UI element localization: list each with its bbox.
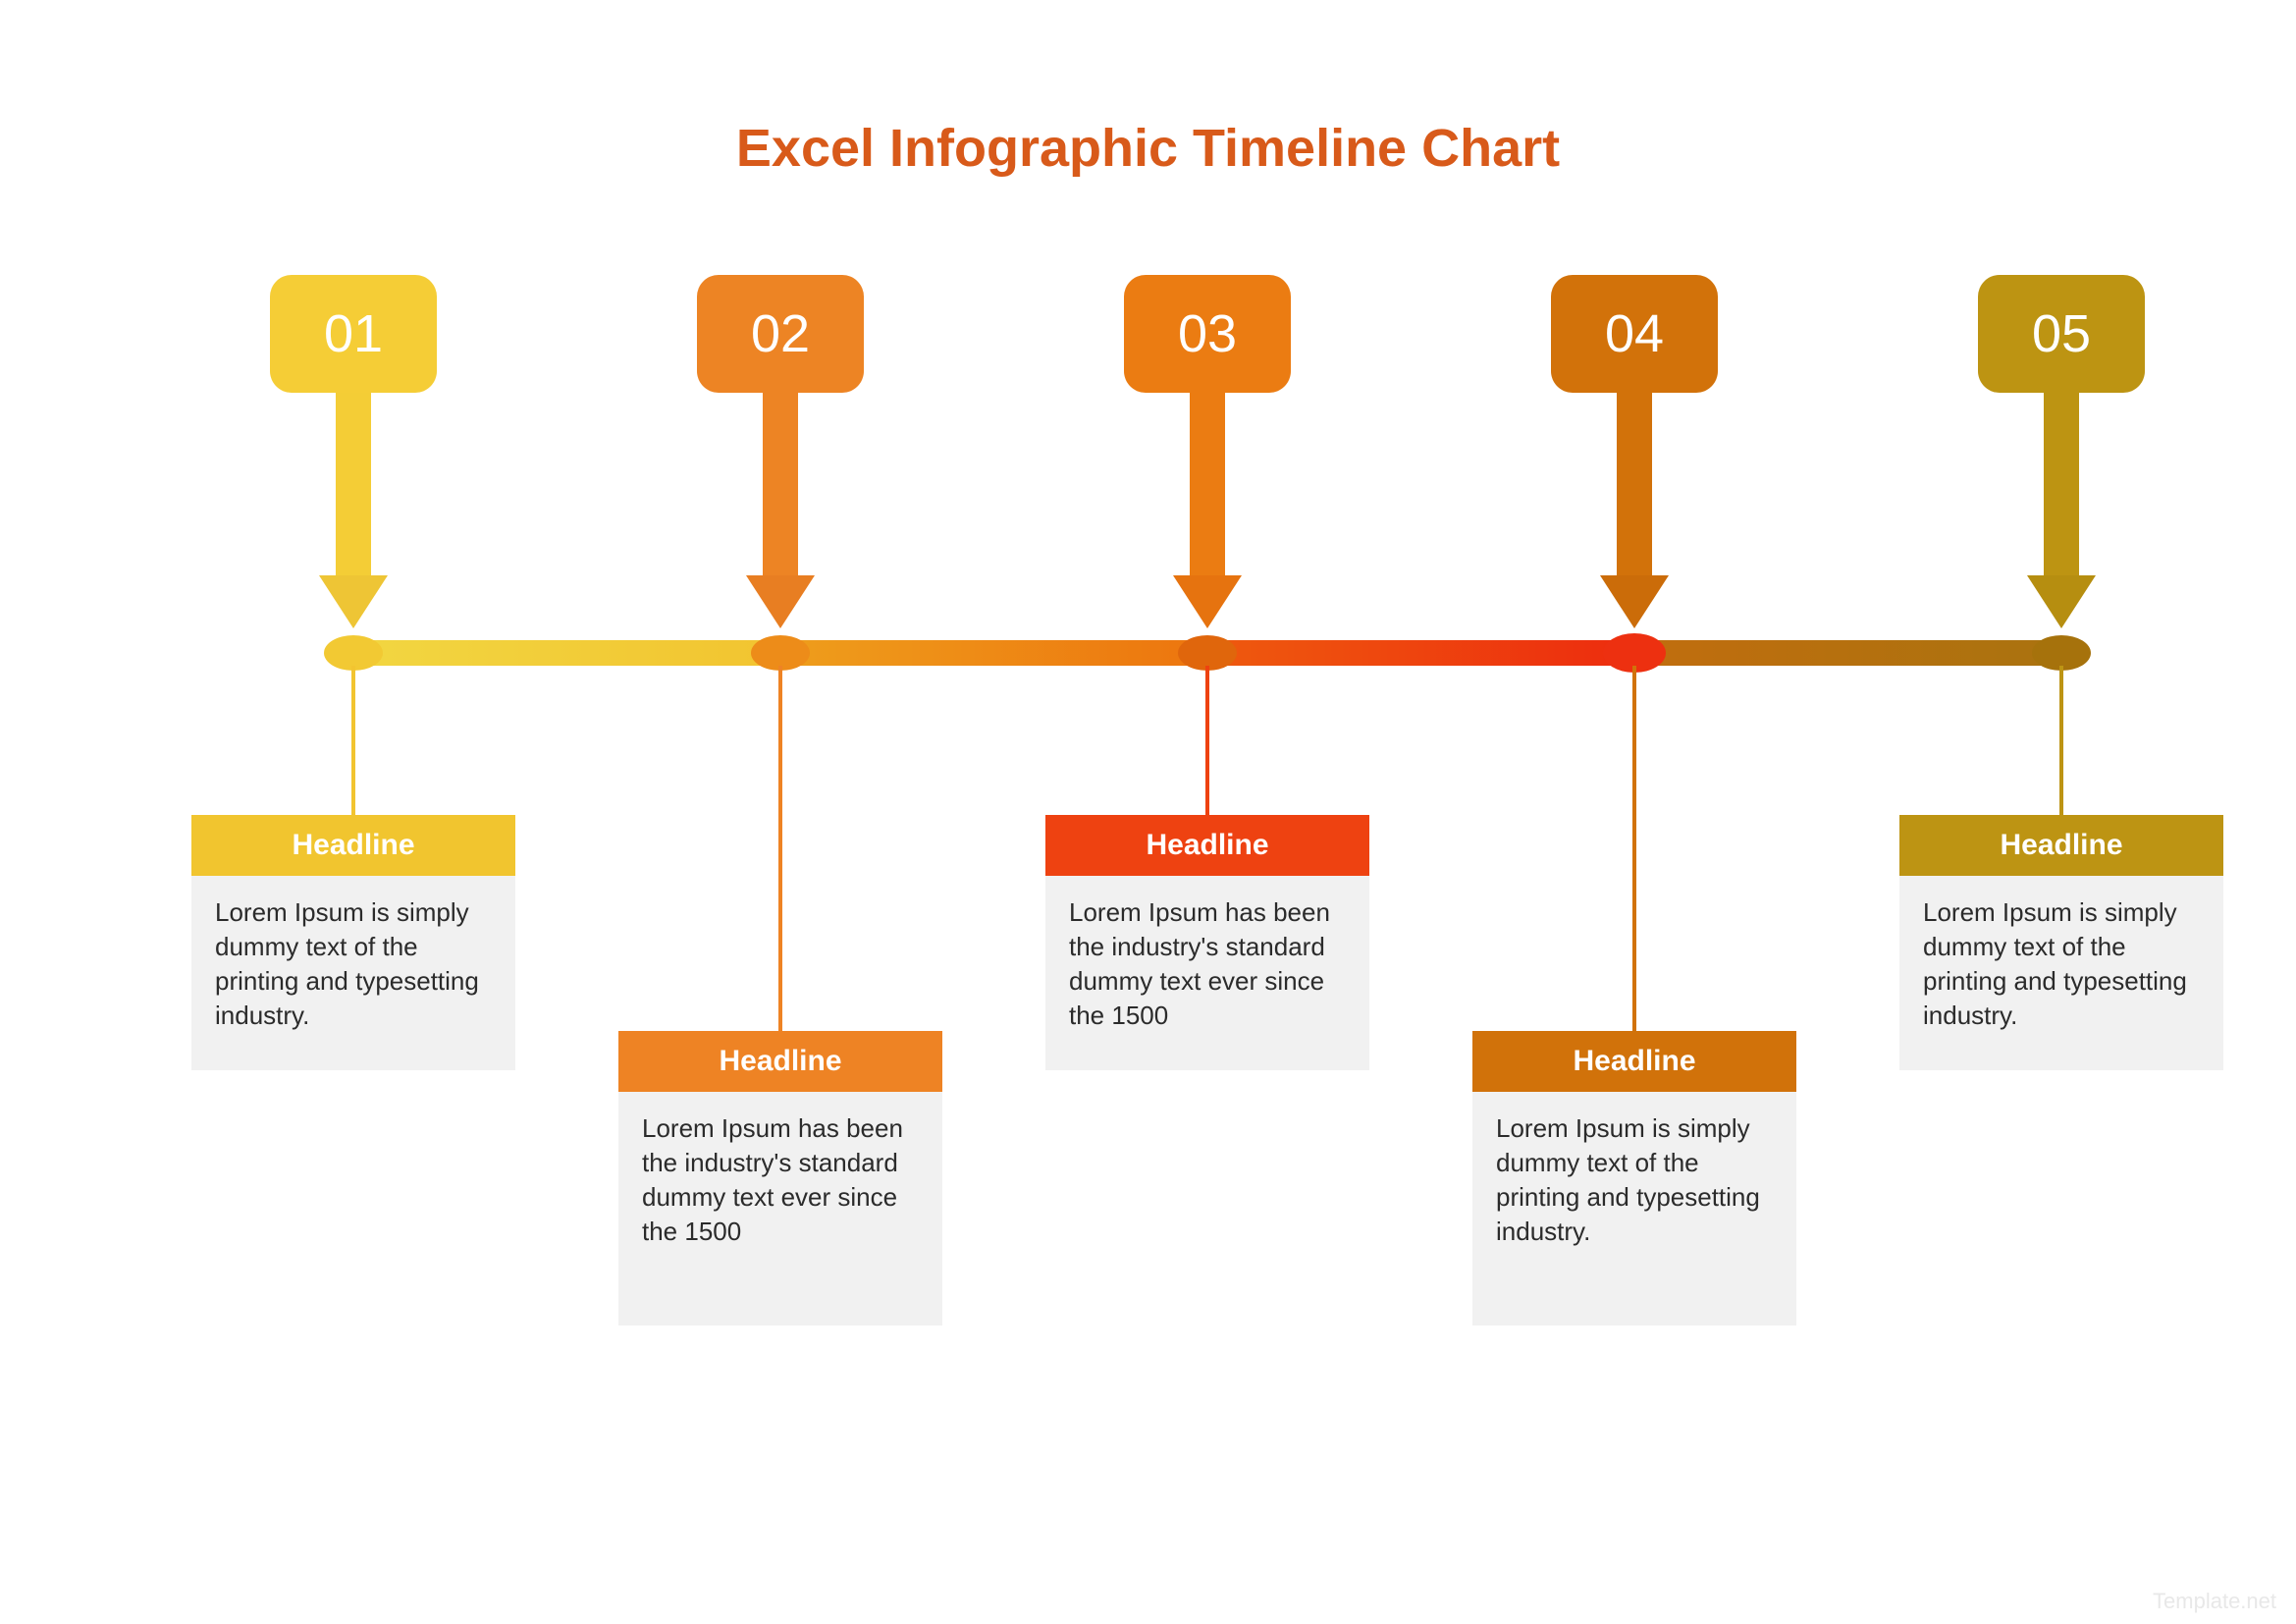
card-headline: Headline	[1472, 1031, 1796, 1092]
marker-arrows	[319, 389, 2096, 628]
card-body: Lorem Ipsum is simply dummy text of the …	[1472, 1092, 1796, 1272]
card-5: Headline Lorem Ipsum is simply dummy tex…	[1899, 815, 2223, 1070]
card-headline: Headline	[1045, 815, 1369, 876]
card-headline: Headline	[191, 815, 515, 876]
card-body: Lorem Ipsum is simply dummy text of the …	[1899, 876, 2223, 1056]
arrow-2	[746, 389, 815, 628]
card-headline: Headline	[1899, 815, 2223, 876]
arrow-1	[319, 389, 388, 628]
card-headline: Headline	[618, 1031, 942, 1092]
card-body: Lorem Ipsum has been the industry's stan…	[618, 1092, 942, 1272]
marker-box-4: 04	[1551, 275, 1718, 393]
marker-number: 03	[1178, 303, 1237, 364]
card-3: Headline Lorem Ipsum has been the indust…	[1045, 815, 1369, 1070]
card-body: Lorem Ipsum has been the industry's stan…	[1045, 876, 1369, 1056]
marker-number: 02	[751, 303, 810, 364]
marker-box-5: 05	[1978, 275, 2145, 393]
marker-number: 01	[324, 303, 383, 364]
marker-box-3: 03	[1124, 275, 1291, 393]
marker-number: 04	[1605, 303, 1664, 364]
marker-box-2: 02	[697, 275, 864, 393]
arrow-5	[2027, 389, 2096, 628]
card-1: Headline Lorem Ipsum is simply dummy tex…	[191, 815, 515, 1070]
card-body: Lorem Ipsum is simply dummy text of the …	[191, 876, 515, 1056]
timeline-svg	[0, 0, 2296, 1624]
arrow-4	[1600, 389, 1669, 628]
watermark: Template.net	[2153, 1589, 2276, 1614]
card-4: Headline Lorem Ipsum is simply dummy tex…	[1472, 1031, 1796, 1326]
marker-box-1: 01	[270, 275, 437, 393]
arrow-3	[1173, 389, 1242, 628]
card-2: Headline Lorem Ipsum has been the indust…	[618, 1031, 942, 1326]
marker-number: 05	[2032, 303, 2091, 364]
